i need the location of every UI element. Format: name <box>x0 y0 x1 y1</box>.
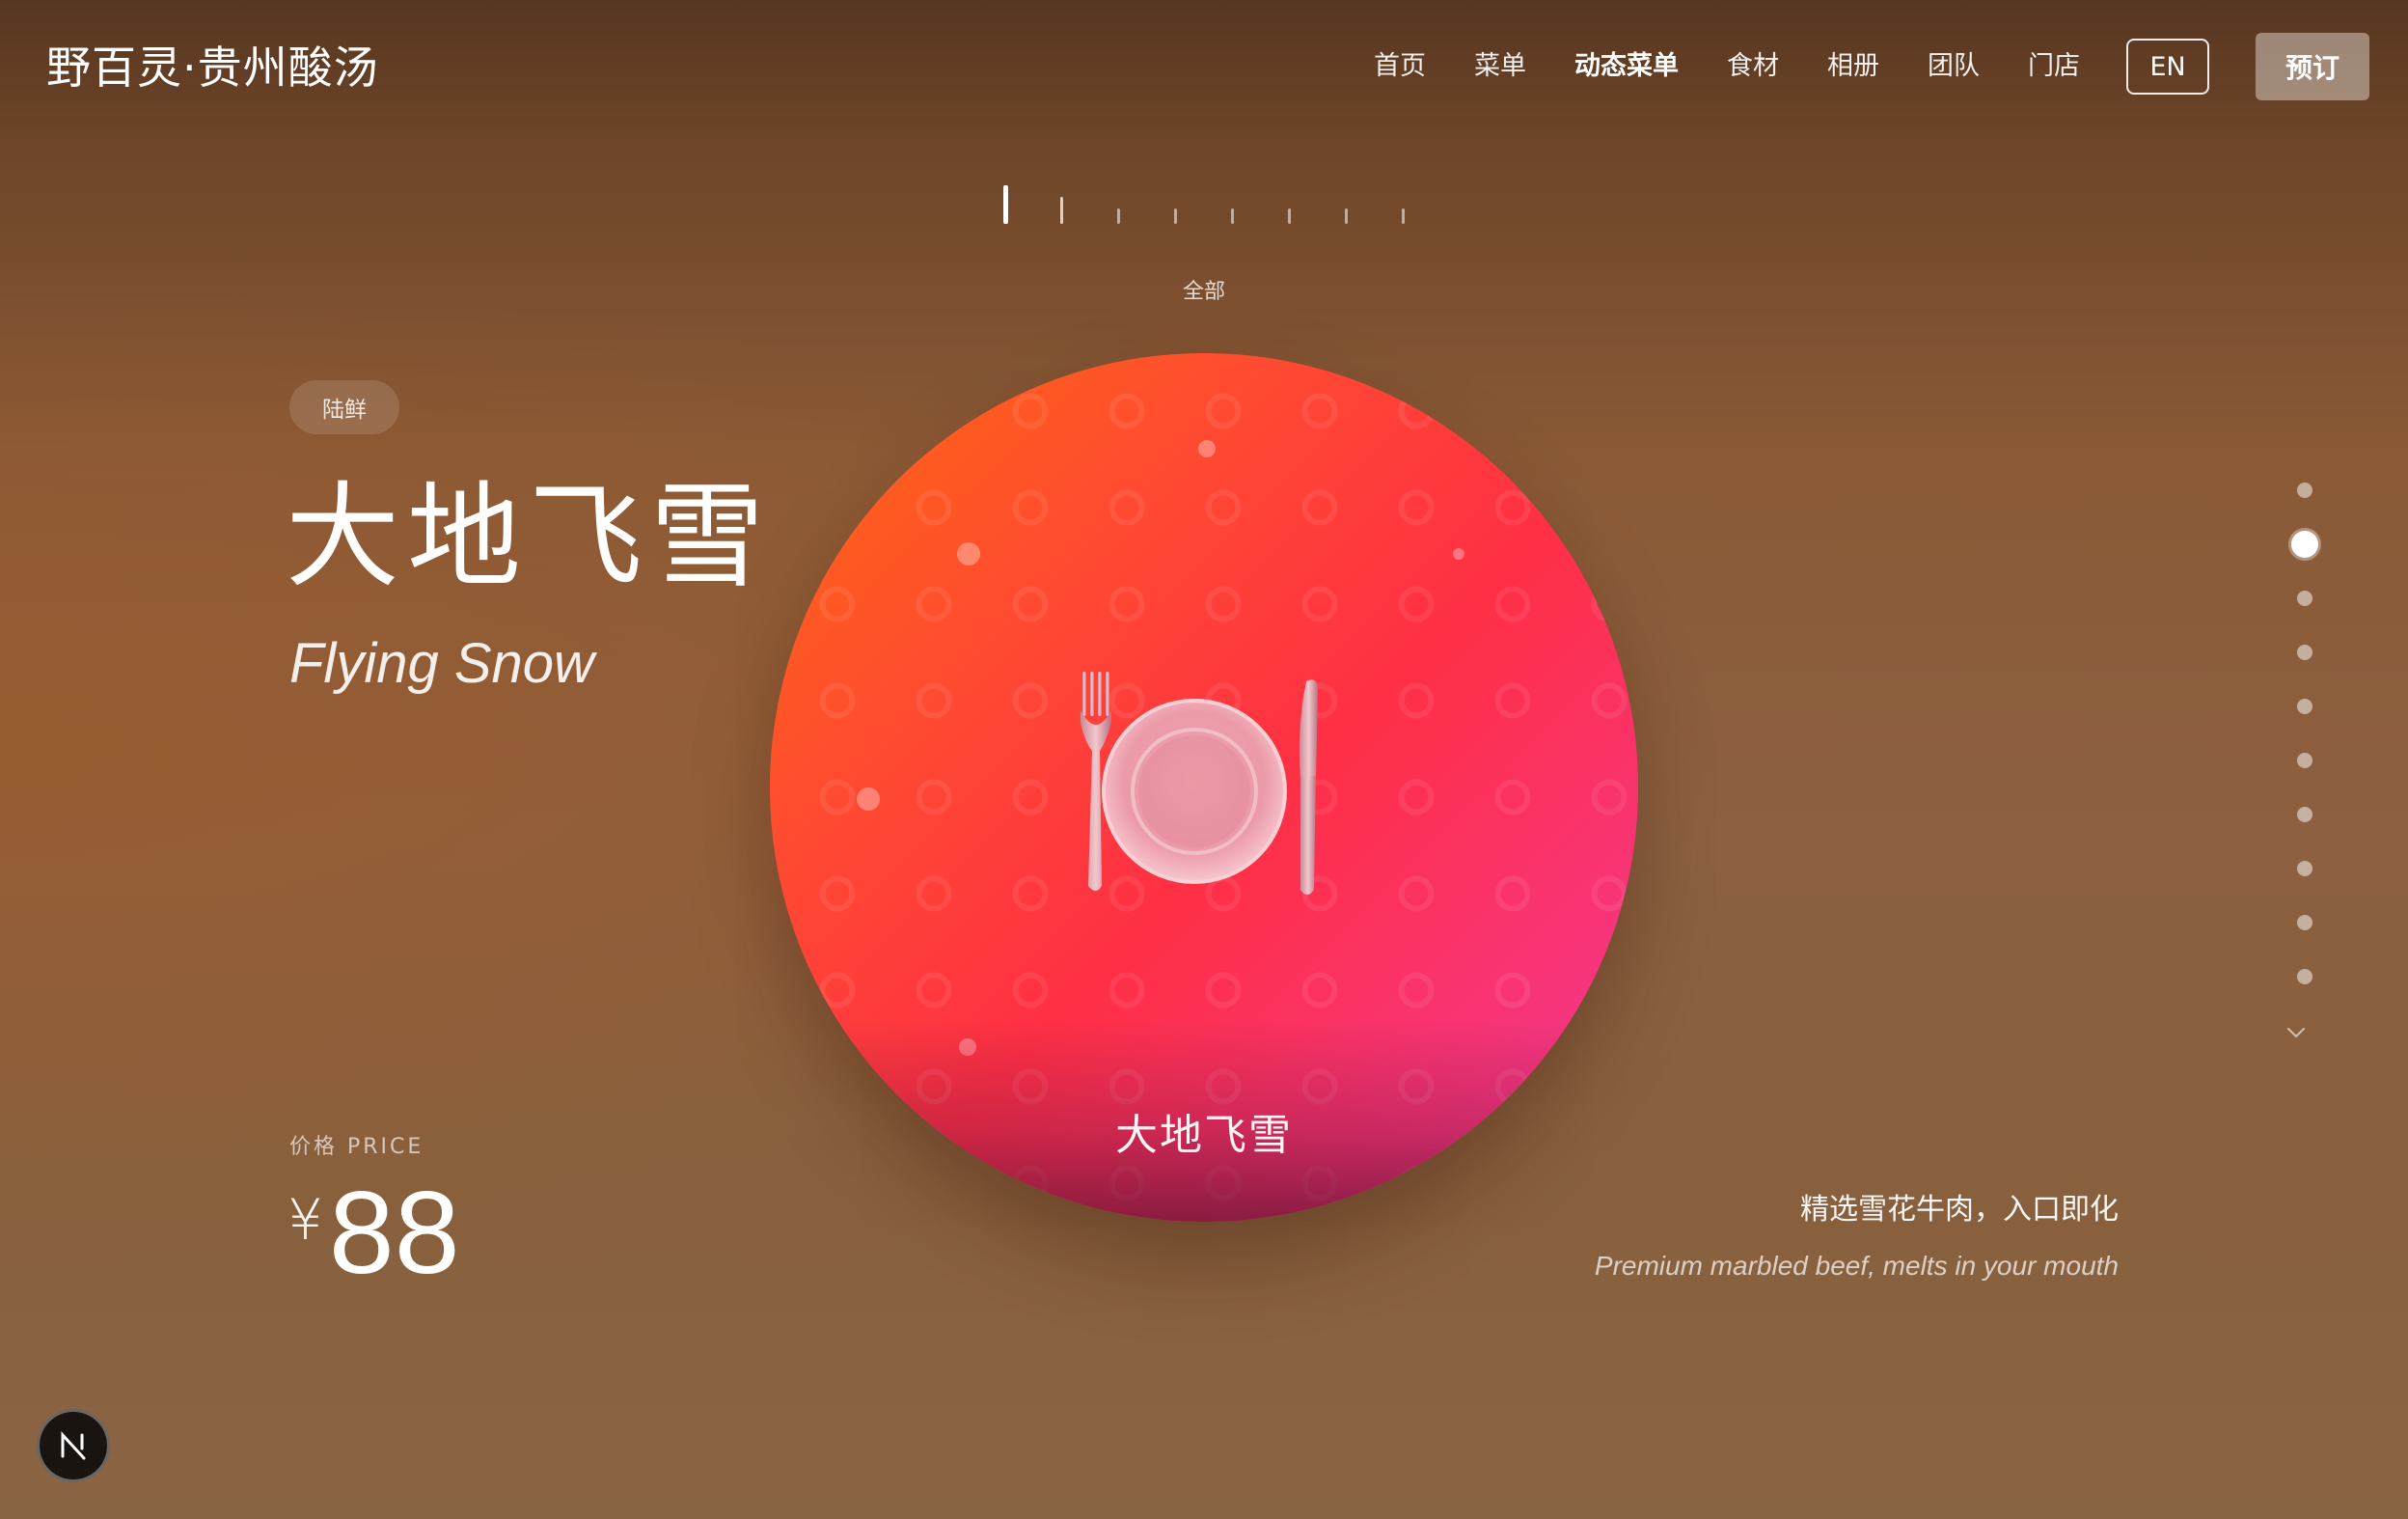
n-logo-icon <box>61 1431 86 1460</box>
nextjs-badge-button[interactable] <box>37 1409 110 1482</box>
plate-label: 大地飞雪 <box>1115 1111 1293 1160</box>
nav-dynamic-menu[interactable]: 动态菜单 <box>1574 35 1679 98</box>
category-tick[interactable] <box>1402 208 1405 224</box>
category-label: 全部 <box>1182 280 1225 304</box>
nav-menu[interactable]: 菜单 <box>1474 35 1526 98</box>
category-tick[interactable] <box>1060 197 1063 224</box>
pagination-dot[interactable] <box>2291 531 2318 558</box>
pagination-dot[interactable] <box>2297 915 2312 930</box>
nav-stores[interactable]: 门店 <box>2028 35 2080 98</box>
category-tick[interactable] <box>1288 208 1291 224</box>
bubble <box>1453 548 1464 560</box>
price-label: 价格 PRICE <box>289 1135 424 1159</box>
price-currency: ¥ <box>287 1187 323 1253</box>
pagination-dot[interactable] <box>2297 645 2312 660</box>
category-tick[interactable] <box>1231 208 1234 224</box>
category-slider[interactable] <box>1003 181 1409 224</box>
pagination-dot[interactable] <box>2297 807 2312 822</box>
category-tick[interactable] <box>1117 208 1120 224</box>
dish-plate-visual[interactable]: 大地飞雪 <box>770 353 1638 1222</box>
category-tick[interactable] <box>1174 208 1177 224</box>
bubble <box>857 787 880 811</box>
bubble <box>1198 440 1216 457</box>
dish-category-tag: 陆鲜 <box>289 380 399 434</box>
pagination-dot[interactable] <box>2297 483 2312 498</box>
nav-gallery[interactable]: 相册 <box>1827 35 1879 98</box>
dish-description-en: Premium marbled beef, melts in your mout… <box>1594 1251 2119 1281</box>
dish-description-cn: 精选雪花牛肉，入口即化 <box>1800 1193 2119 1227</box>
language-toggle-button[interactable]: EN <box>2126 39 2209 95</box>
dish-title-cn: 大地飞雪 <box>286 470 773 603</box>
plate-cutlery-icon <box>1081 672 1318 895</box>
pagination-dot[interactable] <box>2297 753 2312 768</box>
chevron-down-icon[interactable] <box>2285 1021 2308 1044</box>
nav-ingredients[interactable]: 食材 <box>1727 35 1779 98</box>
pagination-dot[interactable] <box>2297 591 2312 606</box>
price-value: 88 <box>328 1167 460 1298</box>
nav-team[interactable]: 团队 <box>1928 35 1980 98</box>
pagination-dot[interactable] <box>2297 861 2312 876</box>
category-tick[interactable] <box>1345 208 1348 224</box>
price: ¥ 88 <box>287 1170 460 1295</box>
brand-logo[interactable]: 野百灵·贵州酸汤 <box>46 39 379 97</box>
main-nav: 首页 菜单 动态菜单 食材 相册 团队 门店 EN 预订 <box>1326 33 2369 100</box>
dish-title-en: Flying Snow <box>289 632 594 695</box>
bubble <box>957 542 980 566</box>
reserve-button[interactable]: 预订 <box>2256 33 2369 100</box>
pagination-dot[interactable] <box>2297 969 2312 984</box>
category-tick[interactable] <box>1003 185 1008 224</box>
nav-home[interactable]: 首页 <box>1374 35 1426 98</box>
pagination-dot[interactable] <box>2297 699 2312 714</box>
